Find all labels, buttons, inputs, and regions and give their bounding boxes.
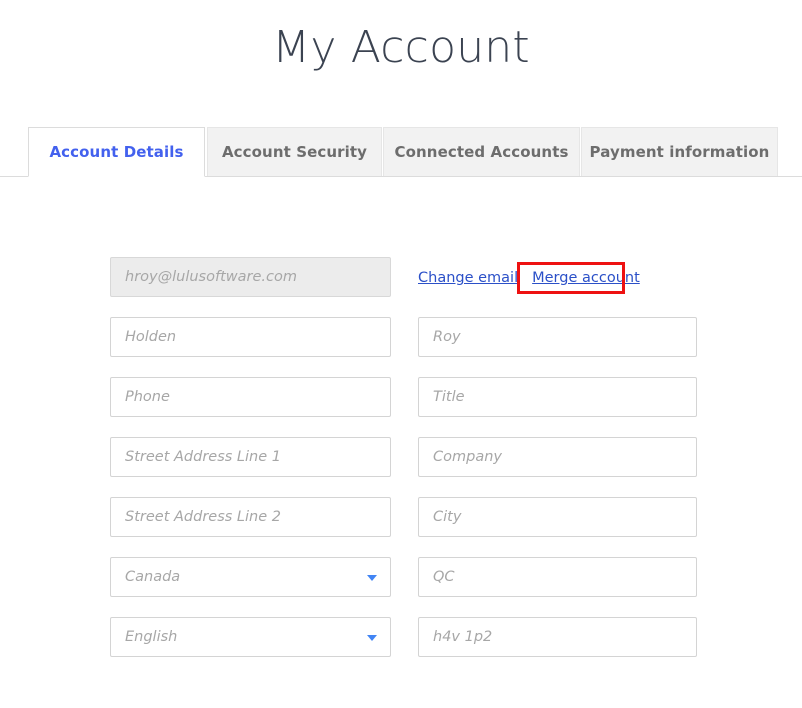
first-name-input[interactable]: Holden bbox=[110, 317, 391, 357]
tab-account-security[interactable]: Account Security bbox=[207, 127, 382, 177]
city-placeholder: City bbox=[433, 509, 462, 525]
page-title: My Account bbox=[272, 22, 530, 73]
postal-code-placeholder: h4v 1p2 bbox=[433, 629, 493, 645]
phone-placeholder: Phone bbox=[125, 389, 170, 405]
phone-input[interactable]: Phone bbox=[110, 377, 391, 417]
last-name-placeholder: Roy bbox=[433, 329, 461, 345]
city-input[interactable]: City bbox=[418, 497, 697, 537]
company-placeholder: Company bbox=[433, 449, 502, 465]
email-actions: Change email Merge account bbox=[418, 267, 640, 289]
street-address-2-placeholder: Street Address Line 2 bbox=[125, 509, 281, 525]
title-input[interactable]: Title bbox=[418, 377, 697, 417]
street-address-1-placeholder: Street Address Line 1 bbox=[125, 449, 281, 465]
language-select[interactable]: English bbox=[110, 617, 391, 657]
change-email-link[interactable]: Change email bbox=[418, 270, 518, 286]
street-address-2-input[interactable]: Street Address Line 2 bbox=[110, 497, 391, 537]
tab-bar: Account Details Account Security Connect… bbox=[0, 127, 802, 178]
tab-account-details[interactable]: Account Details bbox=[28, 127, 205, 177]
merge-account-link[interactable]: Merge account bbox=[532, 270, 640, 286]
province-placeholder: QC bbox=[433, 569, 455, 585]
postal-code-input[interactable]: h4v 1p2 bbox=[418, 617, 697, 657]
tab-connected-accounts-label: Connected Accounts bbox=[394, 143, 569, 161]
province-input[interactable]: QC bbox=[418, 557, 697, 597]
country-select[interactable]: Canada bbox=[110, 557, 391, 597]
last-name-input[interactable]: Roy bbox=[418, 317, 697, 357]
title-placeholder: Title bbox=[433, 389, 465, 405]
company-input[interactable]: Company bbox=[418, 437, 697, 477]
tab-payment-information[interactable]: Payment information bbox=[581, 127, 778, 177]
country-select-value: Canada bbox=[125, 569, 181, 585]
tab-payment-information-label: Payment information bbox=[589, 143, 770, 161]
chevron-down-icon bbox=[367, 635, 377, 641]
account-details-form: hroy@lulusoftware.com Change email Merge… bbox=[0, 178, 802, 708]
tab-account-details-label: Account Details bbox=[49, 143, 184, 161]
street-address-1-input[interactable]: Street Address Line 1 bbox=[110, 437, 391, 477]
language-select-value: English bbox=[125, 629, 178, 645]
chevron-down-icon bbox=[367, 575, 377, 581]
email-field-placeholder: hroy@lulusoftware.com bbox=[125, 269, 297, 285]
first-name-placeholder: Holden bbox=[125, 329, 177, 345]
email-field: hroy@lulusoftware.com bbox=[110, 257, 391, 297]
tab-connected-accounts[interactable]: Connected Accounts bbox=[383, 127, 580, 177]
tab-account-security-label: Account Security bbox=[221, 143, 368, 161]
